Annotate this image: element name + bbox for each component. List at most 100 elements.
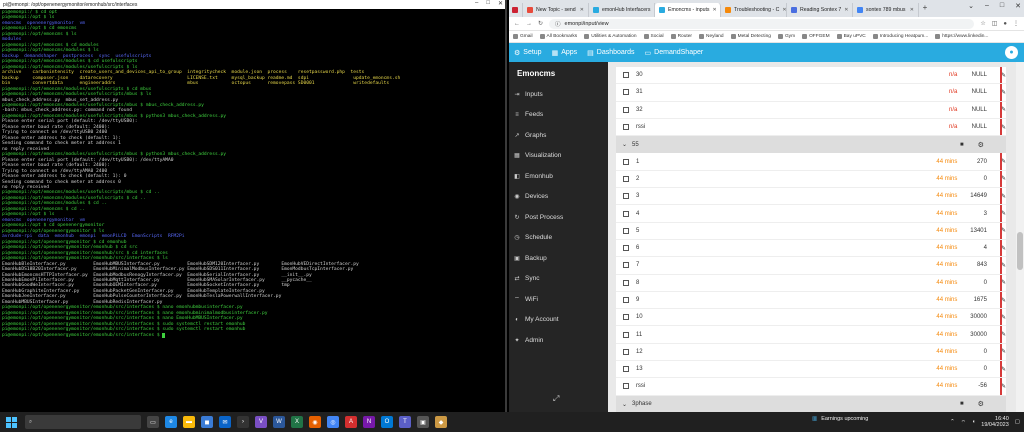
input-row[interactable]: 11 44 mins 30000 ✎ bbox=[616, 326, 1006, 344]
outlook-icon[interactable]: O bbox=[381, 416, 393, 428]
new-tab-icon[interactable]: + bbox=[919, 3, 931, 17]
input-row[interactable]: 1 44 mins 270 ✎ bbox=[616, 153, 1006, 171]
row-checkbox[interactable] bbox=[623, 314, 629, 321]
bookmark-item[interactable]: https://www.linkedin... bbox=[935, 34, 988, 39]
row-checkbox[interactable] bbox=[623, 366, 629, 373]
minimize-icon[interactable]: – bbox=[985, 2, 989, 10]
close-icon[interactable]: ✕ bbox=[498, 0, 503, 7]
sidebar-item-post-process[interactable]: ↻ Post Process bbox=[509, 207, 608, 228]
input-row[interactable]: 12 44 mins 0 ✎ bbox=[616, 343, 1006, 362]
terminal-output[interactable]: pi@emonpi:/ $ cd opt pi@emonpi:/opt $ ls e… bbox=[0, 9, 505, 412]
page-scrollbar[interactable] bbox=[1016, 62, 1024, 412]
word-icon[interactable]: W bbox=[273, 416, 285, 428]
clock[interactable]: 16:40 19/04/2023 bbox=[981, 416, 1009, 428]
node-group-header[interactable]: ⌄ 3phase ■ ⚙ bbox=[616, 395, 1006, 412]
input-row[interactable]: 9 44 mins 1675 ✎ bbox=[616, 291, 1006, 310]
firefox-icon[interactable]: ◉ bbox=[309, 416, 321, 428]
chevron-down-icon[interactable]: ⌄ bbox=[622, 401, 632, 408]
input-row[interactable]: 8 44 mins 0 ✎ bbox=[616, 274, 1006, 292]
maximize-icon[interactable]: □ bbox=[486, 0, 490, 7]
chrome-icon[interactable]: ◎ bbox=[327, 416, 339, 428]
row-checkbox[interactable] bbox=[623, 348, 629, 355]
chevron-up-icon[interactable]: ⌃ bbox=[950, 419, 955, 425]
row-checkbox[interactable] bbox=[623, 193, 629, 200]
chevron-down-icon[interactable]: ⌄ bbox=[622, 141, 632, 148]
onenote-icon[interactable]: N bbox=[363, 416, 375, 428]
browser-tab[interactable]: sontex 789 mbus ✕ bbox=[853, 3, 919, 17]
back-icon[interactable]: ← bbox=[514, 21, 520, 27]
maximize-icon[interactable]: □ bbox=[1000, 2, 1004, 10]
nav-apps[interactable]: ▦ Apps bbox=[552, 49, 578, 57]
input-row[interactable]: 6 44 mins 4 ✎ bbox=[616, 239, 1006, 258]
bookmark-item[interactable]: Router bbox=[670, 34, 692, 39]
bookmark-item[interactable]: Gym bbox=[777, 34, 795, 39]
browser-tab[interactable]: Troubleshooting - C ✕ bbox=[721, 3, 787, 17]
news-widget[interactable]: ▥ Earnings upcoming bbox=[812, 416, 868, 422]
bookmark-item[interactable]: Metal Detecting bbox=[730, 34, 771, 39]
row-checkbox[interactable] bbox=[623, 175, 629, 182]
nav-setup[interactable]: ⚙ Setup bbox=[514, 49, 542, 57]
row-checkbox[interactable] bbox=[623, 72, 629, 79]
taskbar-search[interactable]: ⌕ bbox=[25, 415, 141, 429]
nav-dashboards[interactable]: ▤ Dashboards bbox=[587, 49, 634, 57]
sidebar-item-admin[interactable]: ✦ Admin bbox=[509, 330, 608, 351]
row-checkbox[interactable] bbox=[623, 158, 629, 165]
sidebar-item-backup[interactable]: ▣ Backup bbox=[509, 248, 608, 269]
minimize-icon[interactable]: – bbox=[475, 0, 478, 7]
sidebar-item-inputs[interactable]: ⇥ Inputs bbox=[509, 84, 608, 105]
sidebar-item-schedule[interactable]: ◷ Schedule bbox=[509, 228, 608, 249]
gear-icon[interactable]: ⚙ bbox=[978, 141, 984, 149]
user-icon[interactable]: ● bbox=[1005, 46, 1018, 59]
network-icon[interactable]: ⌔ bbox=[961, 419, 966, 426]
input-row[interactable]: 13 44 mins 0 ✎ bbox=[616, 361, 1006, 379]
bookmark-item[interactable]: Introducing Heatpum... bbox=[872, 34, 928, 39]
row-checkbox[interactable] bbox=[623, 331, 629, 338]
pdf-icon[interactable]: A bbox=[345, 416, 357, 428]
row-checkbox[interactable] bbox=[623, 297, 629, 303]
terminal-window[interactable]: pi@emonpi: /opt/openenergymonitor/emonhu… bbox=[0, 0, 507, 412]
sidebar-item-sync[interactable]: ⇄ Sync bbox=[509, 269, 608, 290]
input-row[interactable]: 2 44 mins 0 ✎ bbox=[616, 170, 1006, 189]
close-tab-icon[interactable]: ✕ bbox=[844, 7, 848, 13]
gear-icon[interactable]: ⚙ bbox=[978, 400, 984, 408]
input-row[interactable]: 7 44 mins 843 ✎ bbox=[616, 257, 1006, 275]
scrollbar-thumb[interactable] bbox=[1017, 232, 1023, 270]
close-tab-icon[interactable]: ✕ bbox=[782, 7, 786, 13]
profile-icon[interactable]: ● bbox=[1003, 21, 1007, 27]
terminal-app-icon[interactable]: › bbox=[237, 416, 249, 428]
reload-icon[interactable]: ↻ bbox=[538, 20, 543, 27]
row-checkbox[interactable] bbox=[623, 89, 629, 96]
taskview-icon[interactable]: ▭ bbox=[147, 416, 159, 428]
mail-icon[interactable]: ✉ bbox=[219, 416, 231, 428]
notifications-icon[interactable]: ▢ bbox=[1015, 419, 1020, 425]
sidebar-item-emonhub[interactable]: ◧ Emonhub bbox=[509, 166, 608, 187]
info-icon[interactable]: ⓘ bbox=[555, 20, 561, 28]
lock-icon[interactable]: ■ bbox=[960, 142, 964, 148]
close-tab-icon[interactable]: ✕ bbox=[580, 7, 584, 13]
row-checkbox[interactable] bbox=[623, 210, 629, 217]
explorer-icon[interactable]: ▬ bbox=[183, 416, 195, 428]
browser-tab[interactable]: New Topic - send ✕ bbox=[523, 3, 589, 17]
app-icon[interactable]: ◆ bbox=[435, 416, 447, 428]
input-row[interactable]: 32 n/a NULL ✎ bbox=[616, 101, 1006, 119]
bookmark-item[interactable]: All Bookmarks bbox=[539, 34, 577, 39]
edge-icon[interactable]: e bbox=[165, 416, 177, 428]
row-checkbox[interactable] bbox=[623, 279, 629, 286]
vs-icon[interactable]: V bbox=[255, 416, 267, 428]
bookmark-item[interactable]: Social bbox=[643, 34, 664, 39]
volume-icon[interactable]: ◖ bbox=[972, 419, 975, 425]
url-field[interactable]: ⓘ emonpi/input/view bbox=[549, 18, 975, 29]
row-checkbox[interactable] bbox=[623, 245, 629, 252]
browser-tab[interactable]: emonHub Interfacers✕ bbox=[589, 3, 655, 17]
input-row[interactable]: rssi n/a NULL ✎ bbox=[616, 118, 1006, 137]
row-checkbox[interactable] bbox=[623, 124, 629, 131]
input-row[interactable]: rssi 44 mins -56 ✎ bbox=[616, 378, 1006, 396]
row-checkbox[interactable] bbox=[623, 262, 629, 269]
sidebar-item-graphs[interactable]: ↗ Graphs bbox=[509, 125, 608, 146]
row-checkbox[interactable] bbox=[623, 383, 629, 390]
tab-overview-icon[interactable] bbox=[509, 3, 523, 17]
close-tab-icon[interactable]: ✕ bbox=[713, 7, 717, 13]
row-checkbox[interactable] bbox=[623, 227, 629, 234]
lock-icon[interactable]: ■ bbox=[960, 401, 964, 407]
bookmark-item[interactable]: OFFGEM bbox=[802, 34, 830, 39]
